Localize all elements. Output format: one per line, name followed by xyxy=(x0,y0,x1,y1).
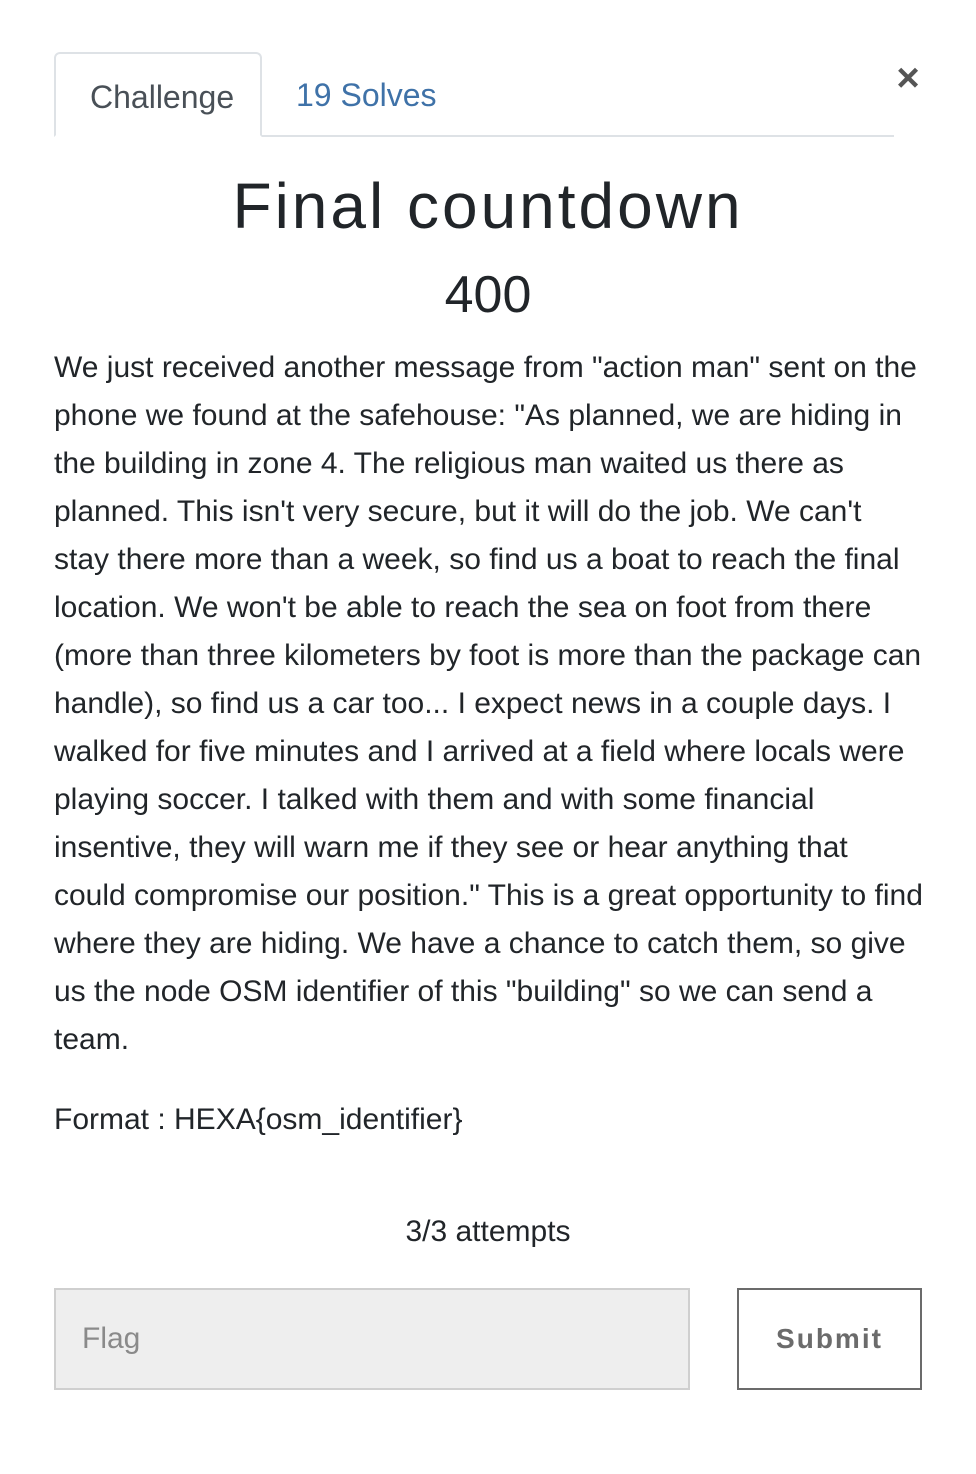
challenge-name: Final countdown xyxy=(232,170,744,242)
flag-input[interactable] xyxy=(54,1288,690,1390)
tab-solves[interactable]: 19 Solves xyxy=(264,52,471,135)
challenge-modal: × Challenge 19 Solves Final countdown 40… xyxy=(0,0,976,1474)
attempts-counter: 3/3 attempts xyxy=(405,1215,571,1248)
tab-challenge[interactable]: Challenge xyxy=(54,52,262,137)
challenge-tabs: Challenge 19 Solves xyxy=(54,52,894,137)
close-icon[interactable]: × xyxy=(888,56,928,100)
challenge-format: Format : HEXA{osm_identifier} xyxy=(54,1103,463,1136)
challenge-value: 400 xyxy=(444,266,532,324)
submit-button[interactable]: Submit xyxy=(737,1288,922,1390)
challenge-description: We just received another message from "a… xyxy=(54,351,923,1056)
